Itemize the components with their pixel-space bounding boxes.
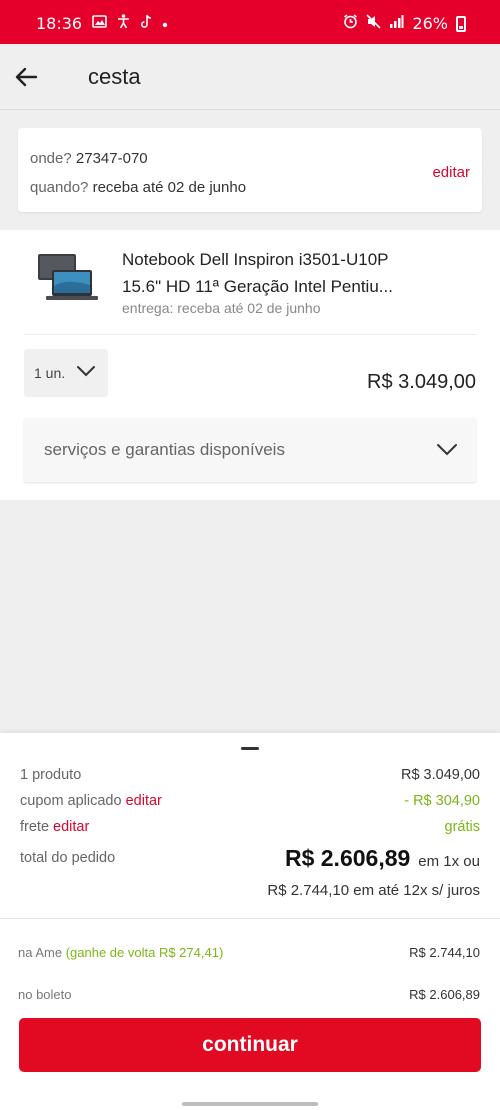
quantity-value: 1 un. bbox=[34, 365, 66, 381]
app-bar: cesta bbox=[0, 44, 500, 110]
back-arrow-icon[interactable] bbox=[12, 62, 42, 92]
coupon-label: cupom aplicado bbox=[20, 793, 122, 809]
status-bar: 18:36 26% bbox=[0, 0, 500, 44]
battery-percent: 26% bbox=[412, 14, 448, 33]
cart-item: Notebook Dell Inspiron i3501-U10P 15.6" … bbox=[0, 230, 500, 500]
mute-icon bbox=[366, 14, 382, 33]
dot-icon bbox=[162, 16, 168, 32]
delivery-location-card: onde? 27347-070 quando? receba até 02 de… bbox=[18, 128, 482, 212]
edit-coupon-link[interactable]: editar bbox=[126, 793, 162, 809]
product-name-line-2: 15.6" HD 11ª Geração Intel Pentiu... bbox=[122, 277, 393, 296]
gallery-icon bbox=[92, 15, 107, 32]
home-indicator[interactable] bbox=[182, 1102, 318, 1106]
when-label: quando? bbox=[30, 179, 89, 196]
edit-location-link[interactable]: editar bbox=[432, 164, 470, 181]
quantity-select[interactable]: 1 un. bbox=[24, 349, 108, 397]
chevron-down-icon bbox=[436, 441, 458, 456]
chevron-down-icon bbox=[76, 364, 96, 378]
summary-products-row: 1 produto R$ 3.049,00 bbox=[20, 767, 480, 783]
divider bbox=[0, 918, 500, 919]
status-left: 18:36 bbox=[36, 14, 168, 33]
status-time: 18:36 bbox=[36, 14, 83, 33]
product-delivery: entrega: receba até 02 de junho bbox=[122, 300, 321, 316]
battery-icon bbox=[456, 15, 466, 32]
page-title: cesta bbox=[88, 64, 141, 89]
edit-shipping-link[interactable]: editar bbox=[53, 819, 89, 835]
zip-code: 27347-070 bbox=[75, 150, 148, 167]
product-image[interactable] bbox=[36, 252, 98, 308]
products-label: 1 produto bbox=[20, 767, 82, 783]
summary-shipping-row: frete editar grátis bbox=[20, 819, 480, 835]
shipping-label: frete bbox=[20, 819, 50, 835]
ame-label: na Ame bbox=[18, 945, 63, 960]
summary-coupon-row: cupom aplicado editar - R$ 304,90 bbox=[20, 793, 480, 809]
order-summary-sheet: 1 produto R$ 3.049,00 cupom aplicado edi… bbox=[0, 733, 500, 1110]
payment-ame-row: na Ame (ganhe de volta R$ 274,41) R$ 2.7… bbox=[18, 945, 480, 960]
continue-button[interactable]: continuar bbox=[19, 1018, 481, 1072]
delivery-date: receba até 02 de junho bbox=[92, 179, 247, 196]
tiktok-icon bbox=[140, 14, 152, 33]
products-value: R$ 3.049,00 bbox=[400, 767, 480, 783]
ame-value: R$ 2.744,10 bbox=[409, 945, 480, 960]
coupon-value: - R$ 304,90 bbox=[404, 793, 480, 809]
services-warranty-dropdown[interactable]: serviços e garantias disponíveis bbox=[24, 418, 476, 482]
boleto-value: R$ 2.606,89 bbox=[409, 987, 480, 1002]
location-where: onde? 27347-070 bbox=[30, 150, 148, 167]
signal-icon bbox=[389, 14, 404, 33]
where-label: onde? bbox=[30, 150, 72, 167]
accessibility-icon bbox=[117, 14, 130, 33]
total-condition: em 1x ou bbox=[418, 853, 480, 870]
order-total: R$ 2.606,89 em 1x ou bbox=[285, 845, 480, 872]
divider bbox=[24, 334, 476, 335]
ame-cashback: (ganhe de volta R$ 274,41) bbox=[65, 945, 224, 960]
product-name-line-1: Notebook Dell Inspiron i3501-U10P bbox=[122, 250, 389, 269]
location-when: quando? receba até 02 de junho bbox=[30, 179, 246, 196]
total-value: R$ 2.606,89 bbox=[284, 845, 411, 871]
status-right: 26% bbox=[343, 14, 466, 33]
boleto-label: no boleto bbox=[18, 987, 72, 1002]
installments-text: R$ 2.744,10 em até 12x s/ juros bbox=[267, 882, 480, 899]
product-name[interactable]: Notebook Dell Inspiron i3501-U10P 15.6" … bbox=[122, 246, 442, 300]
alarm-icon bbox=[343, 14, 358, 33]
shipping-value: grátis bbox=[444, 819, 480, 835]
payment-boleto-row: no boleto R$ 2.606,89 bbox=[18, 987, 480, 1002]
item-price: R$ 3.049,00 bbox=[367, 371, 476, 393]
services-label: serviços e garantias disponíveis bbox=[44, 440, 285, 459]
sheet-drag-handle[interactable] bbox=[241, 747, 259, 750]
total-label: total do pedido bbox=[20, 850, 116, 866]
